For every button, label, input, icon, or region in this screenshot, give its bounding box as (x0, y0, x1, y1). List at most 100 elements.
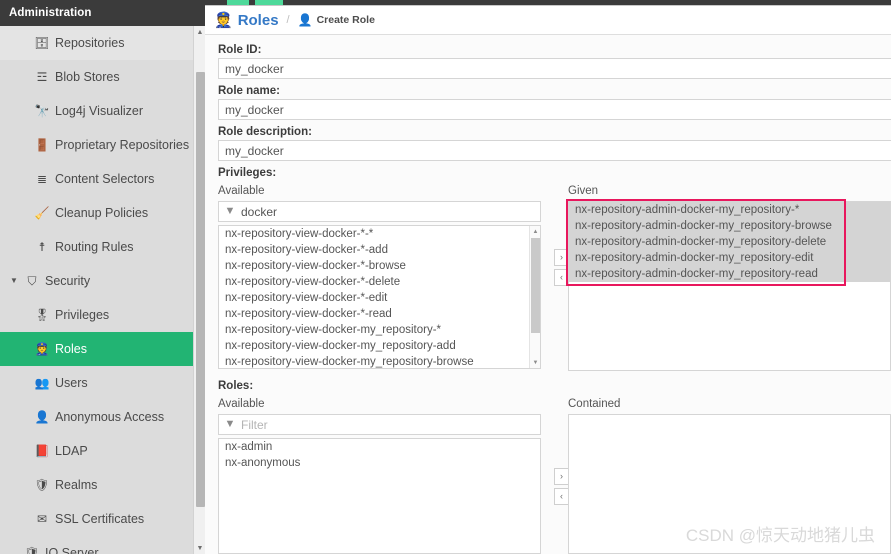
security-icon: ⛉ (27, 274, 37, 288)
scroll-up-icon[interactable]: ▲ (530, 226, 540, 237)
sidebar-item-log4j-visualizer[interactable]: 🔭 Log4j Visualizer (0, 94, 205, 128)
sidebar-scroll-thumb[interactable] (196, 72, 205, 507)
privileges-filter-input[interactable] (237, 204, 527, 219)
list-item[interactable]: nx-repository-view-docker-my_repository-… (219, 338, 540, 354)
sidebar-item-label: Realms (55, 478, 98, 492)
sidebar-item-label: Security (45, 274, 91, 288)
role-name-label: Role name: (218, 85, 280, 97)
sidebar-item-label: Roles (55, 342, 87, 356)
list-item[interactable]: nx-repository-view-docker-*-read (219, 306, 540, 322)
person-icon: 👤 (34, 410, 50, 424)
roles-remove-button[interactable]: ‹ (554, 488, 569, 505)
role-id-input[interactable] (218, 58, 891, 79)
sidebar-item-label: Proprietary Repositories (55, 138, 190, 152)
privileges-available-scrollbar[interactable]: ▲ ▼ (529, 226, 540, 368)
privileges-available-label: Available (218, 185, 265, 197)
list-item[interactable]: nx-repository-admin-docker-my_repository… (569, 202, 890, 218)
main-panel: 👮 Roles / 👤 Create Role Role ID: Role na… (205, 0, 891, 554)
sidebar-item-users[interactable]: 👥 Users (0, 366, 205, 400)
roles-transfer-buttons: › ‹ (554, 468, 569, 508)
sidebar-item-proprietary-repositories[interactable]: 🚪 Proprietary Repositories (0, 128, 205, 162)
list-item[interactable]: nx-repository-view-docker-*-edit (219, 290, 540, 306)
list-item[interactable]: nx-repository-view-docker-my_repository-… (219, 354, 540, 368)
sidebar-scroll-down-icon[interactable]: ▼ (194, 542, 205, 554)
list-item[interactable]: nx-repository-view-docker-*-add (219, 242, 540, 258)
sidebar-item-label: SSL Certificates (55, 512, 145, 526)
breadcrumb: 👮 Roles / 👤 Create Role (205, 6, 891, 35)
sidebar-item-blob-stores[interactable]: ☲ Blob Stores (0, 60, 205, 94)
role-id-label: Role ID: (218, 44, 262, 56)
sidebar-item-routing-rules[interactable]: ☨ Routing Rules (0, 230, 205, 264)
role-name-input[interactable] (218, 99, 891, 120)
sidebar-item-privileges[interactable]: 🎖 Privileges (0, 298, 205, 332)
ldap-icon: 📕 (34, 444, 50, 458)
sidebar-item-cleanup-policies[interactable]: 🧹 Cleanup Policies (0, 196, 205, 230)
roles-picker: Available ▼ nx-adminnx-anonymous › ‹ Con… (218, 398, 891, 554)
list-item[interactable]: nx-repository-view-docker-*-* (219, 226, 540, 242)
progress-segment-1 (227, 0, 249, 5)
list-item[interactable]: nx-repository-admin-docker-my_repository… (569, 266, 890, 282)
sidebar-item-label: Repositories (55, 36, 125, 50)
sidebar-item-ssl-certificates[interactable]: ✉ SSL Certificates (0, 502, 205, 536)
expander-icon[interactable]: ▼ (10, 277, 21, 285)
list-item[interactable]: nx-admin (219, 439, 540, 455)
filter-icon: ▼ (224, 205, 236, 217)
layers-icon: ≣ (36, 172, 48, 186)
roles-contained-label: Contained (568, 398, 621, 410)
binoculars-icon: 🔭 (34, 104, 50, 118)
police-officer-icon: 👮 (214, 11, 233, 29)
sidebar-item-realms[interactable]: 🛡 Realms (0, 468, 205, 502)
scroll-down-icon[interactable]: ▼ (530, 357, 540, 368)
sidebar-item-repositories[interactable]: 🗄 Repositories (0, 26, 205, 60)
list-item[interactable]: nx-repository-view-docker-my_repository-… (219, 322, 540, 338)
roles-contained-list[interactable] (568, 414, 891, 554)
roles-available-list[interactable]: nx-admin nx-anonymous (218, 438, 541, 554)
privileges-add-button[interactable]: › (554, 249, 569, 266)
roles-icon: 👮 (34, 342, 50, 356)
list-item[interactable]: nx-repository-view-docker-*-delete (219, 274, 540, 290)
scroll-thumb[interactable] (531, 238, 540, 333)
sidebar-item-label: LDAP (55, 444, 88, 458)
sidebar-item-label: Log4j Visualizer (55, 104, 144, 118)
sidebar-item-content-selectors[interactable]: ≣ Content Selectors (0, 162, 205, 196)
privileges-picker: Available ▼ ▲ ▼ nx-repository-view-docke… (218, 185, 891, 377)
list-item[interactable]: nx-anonymous (219, 455, 540, 471)
roles-filter-input[interactable] (237, 417, 527, 432)
sidebar-item-anonymous-access[interactable]: 👤 Anonymous Access (0, 400, 205, 434)
list-item[interactable]: nx-repository-admin-docker-my_repository… (569, 234, 890, 250)
breadcrumb-root-link[interactable]: Roles (238, 12, 279, 29)
breadcrumb-current-label: Create Role (316, 14, 375, 26)
sidebar-menu: 🗄 Repositories ☲ Blob Stores 🔭 Log4j Visualiz… (0, 26, 205, 554)
list-item[interactable]: nx-repository-view-docker-*-browse (219, 258, 540, 274)
privileges-given-list[interactable]: nx-repository-admin-docker-my_repository… (568, 201, 891, 371)
create-role-icon: 👤 (297, 13, 313, 27)
sidebar-scrollbar[interactable]: ▲ ▼ (193, 26, 205, 554)
sidebar-header: Administration (0, 0, 205, 26)
list-item[interactable]: nx-repository-admin-docker-my_repository… (569, 250, 890, 266)
roles-add-button[interactable]: › (554, 468, 569, 485)
sidebar-item-label: Cleanup Policies (55, 206, 149, 220)
privileges-remove-button[interactable]: ‹ (554, 269, 569, 286)
shield-icon: 🛡 (24, 546, 40, 554)
privileges-section-label: Privileges: (218, 167, 277, 179)
sidebar-item-security[interactable]: ▼ ⛉ Security (0, 264, 205, 298)
realms-icon: 🛡 (34, 478, 50, 492)
sidebar-item-iq-server[interactable]: 🛡 IQ Server (0, 536, 205, 554)
role-description-input[interactable] (218, 140, 891, 161)
sidebar-item-ldap[interactable]: 📕 LDAP (0, 434, 205, 468)
list-item[interactable]: nx-repository-admin-docker-my_repository… (569, 218, 890, 234)
breadcrumb-separator: / (286, 14, 290, 26)
privileges-filter-box[interactable]: ▼ (218, 201, 541, 222)
application-root: Administration 🗄 Repositories ☲ Blob Stores… (0, 0, 891, 554)
sidebar-scroll-up-icon[interactable]: ▲ (194, 26, 205, 38)
sidebar-item-roles[interactable]: 👮 Roles (0, 332, 205, 366)
sidebar-item-label: Privileges (55, 308, 110, 322)
blob-store-icon: ☲ (36, 70, 48, 84)
privileges-available-list[interactable]: ▲ ▼ nx-repository-view-docker-*-* nx-repo… (218, 225, 541, 369)
signpost-icon: ☨ (38, 240, 46, 254)
roles-section-label: Roles: (218, 380, 254, 392)
roles-filter-box[interactable]: ▼ (218, 414, 541, 435)
privileges-given-label: Given (568, 185, 599, 197)
top-progress-strip (205, 0, 891, 6)
door-icon: 🚪 (34, 138, 50, 152)
